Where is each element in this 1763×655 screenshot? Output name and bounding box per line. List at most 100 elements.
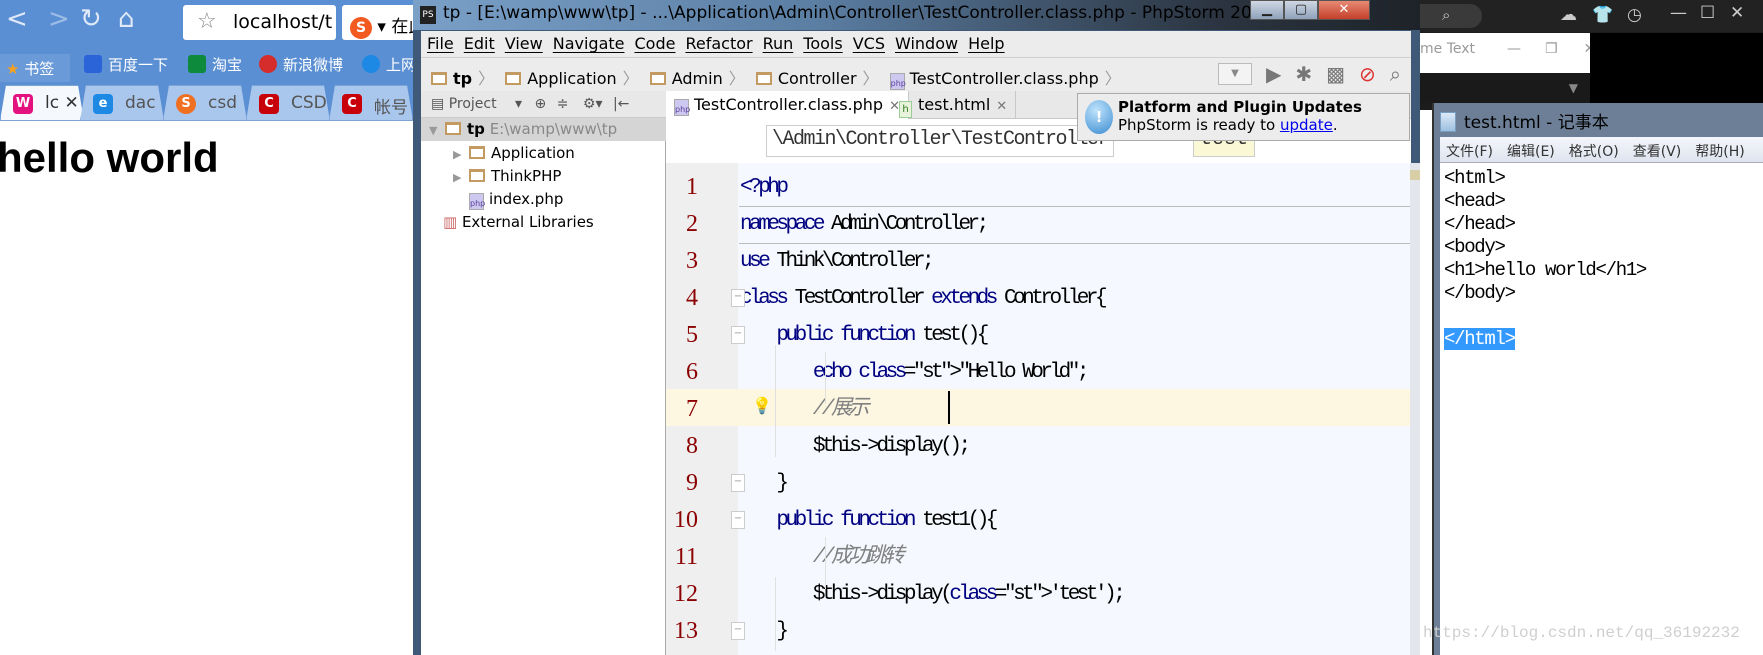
menu-navigate[interactable]: Navigate: [553, 34, 625, 53]
menu-tools[interactable]: Tools: [803, 34, 842, 53]
tree-item-index-php[interactable]: php index.php: [421, 188, 666, 211]
menu-file[interactable]: File: [427, 34, 454, 53]
notepad-text-area[interactable]: <html> <head> </head> <body> <h1>hello world…: [1440, 163, 1763, 655]
browser-tab[interactable]: C CSD: [246, 85, 330, 121]
tab-testcontroller[interactable]: php TestController.class.php ✕: [666, 91, 909, 119]
class-path[interactable]: \Admin\Controller\TestController: [766, 125, 1115, 157]
menu-view[interactable]: 查看(V): [1633, 144, 1682, 160]
notification-text: PhpStorm is ready to: [1118, 116, 1280, 134]
collapsed-arrow-icon[interactable]: ▶: [453, 148, 469, 161]
tree-root[interactable]: ▼ tp E:\wamp\www\tp: [421, 118, 666, 141]
menu-help[interactable]: Help: [968, 34, 1004, 53]
code-line: echo class="st">"Hello World";: [812, 361, 1090, 384]
browser-tab[interactable]: C 帐号: [329, 85, 413, 121]
coverage-icon[interactable]: ▩: [1326, 62, 1345, 86]
run-config-dropdown[interactable]: ▼: [1217, 63, 1252, 85]
menu-vcs[interactable]: VCS: [853, 34, 885, 53]
breadcrumb-admin[interactable]: Admin: [649, 69, 723, 88]
fold-marker-icon[interactable]: −: [731, 289, 745, 307]
breadcrumb-controller[interactable]: Controller: [755, 69, 857, 88]
menu-help[interactable]: 帮助(H): [1695, 144, 1744, 160]
browser-tab[interactable]: Wlc ✕: [0, 85, 84, 121]
project-view-selector[interactable]: Project: [449, 96, 497, 112]
address-bar[interactable]: ☆ localhost/t: [183, 5, 336, 40]
expanded-arrow-icon[interactable]: ▼: [429, 124, 445, 137]
skin-icon[interactable]: ☁: [1560, 5, 1577, 25]
folder-icon: [445, 122, 461, 135]
menu-bar: File Edit View Navigate Code Refactor Run Tools…: [421, 31, 1411, 57]
breadcrumb-application[interactable]: Application: [505, 69, 617, 88]
search-icon[interactable]: ⌕: [1390, 62, 1401, 86]
update-link[interactable]: update: [1280, 116, 1333, 134]
minimize-button[interactable]: —: [1507, 41, 1521, 57]
bookmark-star-icon[interactable]: ☆: [197, 9, 217, 34]
editor-scrollbar[interactable]: [1410, 163, 1420, 655]
breadcrumb-tp[interactable]: tp: [431, 69, 472, 88]
notepad-line: </body>: [1444, 282, 1516, 304]
weibo-icon: [259, 55, 277, 73]
minimize-button[interactable]: —: [1670, 3, 1687, 23]
hide-panel-icon[interactable]: |←: [613, 96, 629, 112]
restore-button[interactable]: ❐: [1545, 41, 1558, 57]
sogou-icon: S: [176, 94, 196, 114]
scroll-from-source-icon[interactable]: ⊕: [535, 96, 547, 112]
chevron-down-icon[interactable]: ▾: [515, 96, 522, 112]
tree-item-external-libraries[interactable]: ▥ External Libraries: [421, 211, 666, 234]
collapsed-arrow-icon[interactable]: ▶: [453, 171, 469, 184]
menu-edit[interactable]: Edit: [464, 34, 495, 53]
menu-window[interactable]: Window: [895, 34, 958, 53]
phpstorm-logo-icon: PS: [420, 6, 436, 24]
menu-run[interactable]: Run: [763, 34, 794, 53]
tree-item-thinkphp[interactable]: ▶ ThinkPHP: [421, 165, 666, 188]
maximize-button[interactable]: ☐: [1700, 3, 1715, 23]
run-icon[interactable]: ▶: [1266, 62, 1281, 86]
fold-marker-icon[interactable]: −: [731, 474, 745, 492]
line-number: 6: [686, 359, 698, 385]
search-box[interactable]: S ▾ 在此: [342, 5, 422, 40]
tab-label: dac: [125, 93, 156, 113]
menu-edit[interactable]: 编辑(E): [1507, 144, 1555, 160]
menu-file[interactable]: 文件(F): [1446, 144, 1493, 160]
tab-test-html[interactable]: h test.html ✕: [891, 91, 1017, 119]
maximize-button[interactable]: ▢: [1284, 0, 1318, 20]
minimize-button[interactable]: ▁: [1250, 0, 1284, 20]
back-icon[interactable]: <: [6, 4, 28, 34]
debug-icon[interactable]: ✱: [1295, 62, 1312, 86]
forward-icon[interactable]: >: [48, 4, 70, 34]
menu-format[interactable]: 格式(O): [1569, 144, 1619, 160]
error-stripe-marker[interactable]: [1410, 170, 1420, 180]
listen-debug-icon[interactable]: ⊘: [1359, 62, 1376, 86]
shirt-icon[interactable]: 👕: [1592, 5, 1613, 25]
refresh-icon[interactable]: ↻: [80, 4, 102, 34]
bookmark-ie[interactable]: 上网: [362, 54, 416, 75]
collapse-all-icon[interactable]: ≑: [557, 96, 569, 112]
browser-tab[interactable]: e dac: [80, 85, 164, 121]
bookmark-favorites[interactable]: ★ 书签: [0, 54, 70, 82]
close-tab-icon[interactable]: ✕: [996, 99, 1007, 114]
csdn-icon: C: [259, 94, 279, 114]
menu-refactor[interactable]: Refactor: [685, 34, 752, 53]
chevron-down-icon[interactable]: ▼: [1420, 73, 1590, 103]
bookmark-baidu[interactable]: 百度一下: [84, 54, 168, 75]
black-region: [1590, 33, 1763, 103]
notepad-title-bar: test.html - 记事本: [1440, 108, 1609, 133]
fold-marker-icon[interactable]: −: [731, 511, 745, 529]
menu-view[interactable]: View: [505, 34, 543, 53]
lightbulb-icon[interactable]: 💡: [752, 396, 772, 415]
close-button[interactable]: ✕: [1730, 3, 1744, 23]
browser-tab[interactable]: Scsd: [163, 85, 247, 121]
bookmark-taobao[interactable]: 淘宝: [188, 54, 242, 75]
menu-code[interactable]: Code: [635, 34, 676, 53]
clock-icon[interactable]: ◷: [1627, 5, 1642, 25]
tree-item-application[interactable]: ▶ Application: [421, 142, 666, 165]
gear-icon[interactable]: ⚙▾: [583, 96, 603, 112]
fold-marker-icon[interactable]: −: [731, 622, 745, 640]
bookmark-weibo[interactable]: 新浪微博: [259, 54, 343, 75]
close-button[interactable]: ✕: [1318, 0, 1370, 20]
fold-marker-icon[interactable]: −: [731, 326, 745, 344]
close-tab-icon[interactable]: ✕: [64, 93, 78, 113]
search-icon[interactable]: ⌕: [1420, 4, 1482, 28]
update-notification[interactable]: ! Platform and Plugin Updates PhpStorm i…: [1077, 93, 1410, 141]
home-icon[interactable]: ⌂: [118, 4, 135, 34]
breadcrumb-file[interactable]: php TestController.class.php: [889, 69, 1099, 90]
